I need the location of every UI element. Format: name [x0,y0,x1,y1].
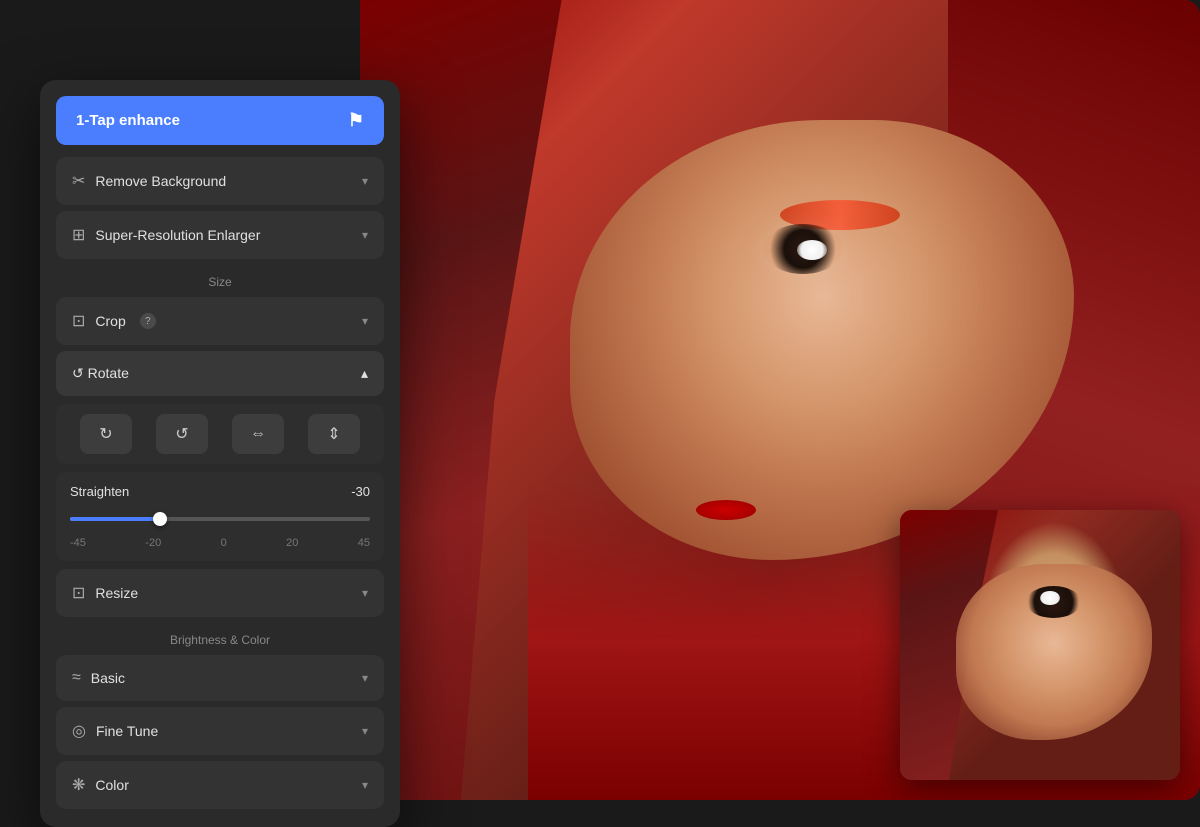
color-item[interactable]: ❋ Color ▾ [56,761,384,809]
rotate-cw-button[interactable]: ↻ [80,414,132,454]
fine-tune-label: Fine Tune [96,723,158,739]
brightness-section-header: Brightness & Color [56,623,384,651]
basic-icon: ≈ [72,669,81,687]
color-label: Color [95,777,128,793]
crop-left: ⊡ Crop ? [72,311,156,331]
basic-left: ≈ Basic [72,669,125,687]
slider-label-neg20: -20 [145,537,161,549]
scissors-icon: ✂ [72,171,85,191]
flip-vertical-button[interactable]: ⇕ [308,414,360,454]
super-res-label: Super-Resolution Enlarger [95,227,260,243]
resize-left: ⊡ Resize [72,583,138,603]
chevron-down-icon-2: ▾ [362,228,368,242]
rotate-icon: ↺ [72,365,84,381]
crop-label: Crop [95,313,125,329]
thumb-eye-white [1040,591,1060,605]
main-image [360,0,1200,800]
flip-h-icon: ⇔ [250,425,266,443]
remove-background-item[interactable]: ✂ Remove Background ▾ [56,157,384,205]
remove-bg-label: Remove Background [95,173,226,189]
eye-white [797,240,827,260]
slider-fill [70,517,160,521]
straighten-label: Straighten [70,484,129,499]
thumbnail-face [900,510,1180,780]
fine-tune-item[interactable]: ◎ Fine Tune ▾ [56,707,384,755]
rotate-controls: ↻ ↺ ⇔ ⇕ [56,404,384,464]
slider-label-max: 45 [358,537,370,549]
chevron-down-icon-3: ▾ [362,314,368,328]
slider-thumb[interactable] [153,512,167,526]
slider-label-zero: 0 [221,537,227,549]
crop-help-icon: ? [140,313,156,329]
slider-track [70,517,370,521]
color-left: ❋ Color [72,775,129,795]
thumbnail-preview [900,510,1180,780]
fine-tune-icon: ◎ [72,721,86,741]
slider-label-min: -45 [70,537,86,549]
resize-icon: ⊡ [72,583,85,603]
basic-item[interactable]: ≈ Basic ▾ [56,655,384,701]
remove-bg-left: ✂ Remove Background [72,171,226,191]
chevron-down-icon: ▾ [362,174,368,188]
rotate-ccw-button[interactable]: ↺ [156,414,208,454]
tap-enhance-button[interactable]: 1-Tap enhance ⚑ [56,96,384,145]
tap-enhance-label: 1-Tap enhance [76,112,180,129]
basic-label: Basic [91,670,125,686]
rotate-label: Rotate [88,365,129,381]
rotate-ccw-icon: ↺ [175,424,188,444]
chevron-down-icon-7: ▾ [362,778,368,792]
fine-tune-left: ◎ Fine Tune [72,721,158,741]
rotate-left: ↺ Rotate [72,365,129,382]
resize-item[interactable]: ⊡ Resize ▾ [56,569,384,617]
resize-label: Resize [95,585,138,601]
flip-horizontal-button[interactable]: ⇔ [232,414,284,454]
flip-v-icon: ⇕ [327,424,340,444]
straighten-section: Straighten -30 -45 -20 0 20 45 [56,472,384,561]
chevron-up-icon: ▴ [361,365,368,382]
lips [696,500,756,520]
rotate-cw-icon: ↻ [99,424,112,444]
straighten-header: Straighten -30 [70,484,370,499]
size-section-header: Size [56,265,384,293]
color-icon: ❋ [72,775,85,795]
chevron-down-icon-5: ▾ [362,671,368,685]
chevron-down-icon-6: ▾ [362,724,368,738]
slider-label-20: 20 [286,537,298,549]
crop-icon: ⊡ [72,311,85,331]
super-res-left: ⊞ Super-Resolution Enlarger [72,225,260,245]
super-resolution-item[interactable]: ⊞ Super-Resolution Enlarger ▾ [56,211,384,259]
slider-labels: -45 -20 0 20 45 [70,537,370,549]
rotate-item[interactable]: ↺ Rotate ▴ [56,351,384,396]
crop-item[interactable]: ⊡ Crop ? ▾ [56,297,384,345]
chevron-down-icon-4: ▾ [362,586,368,600]
enlarge-icon: ⊞ [72,225,85,245]
straighten-slider-container[interactable] [70,507,370,531]
tap-enhance-icon: ⚑ [348,110,364,131]
sidebar-panel: 1-Tap enhance ⚑ ✂ Remove Background ▾ ⊞ … [40,80,400,827]
straighten-value: -30 [351,484,370,499]
